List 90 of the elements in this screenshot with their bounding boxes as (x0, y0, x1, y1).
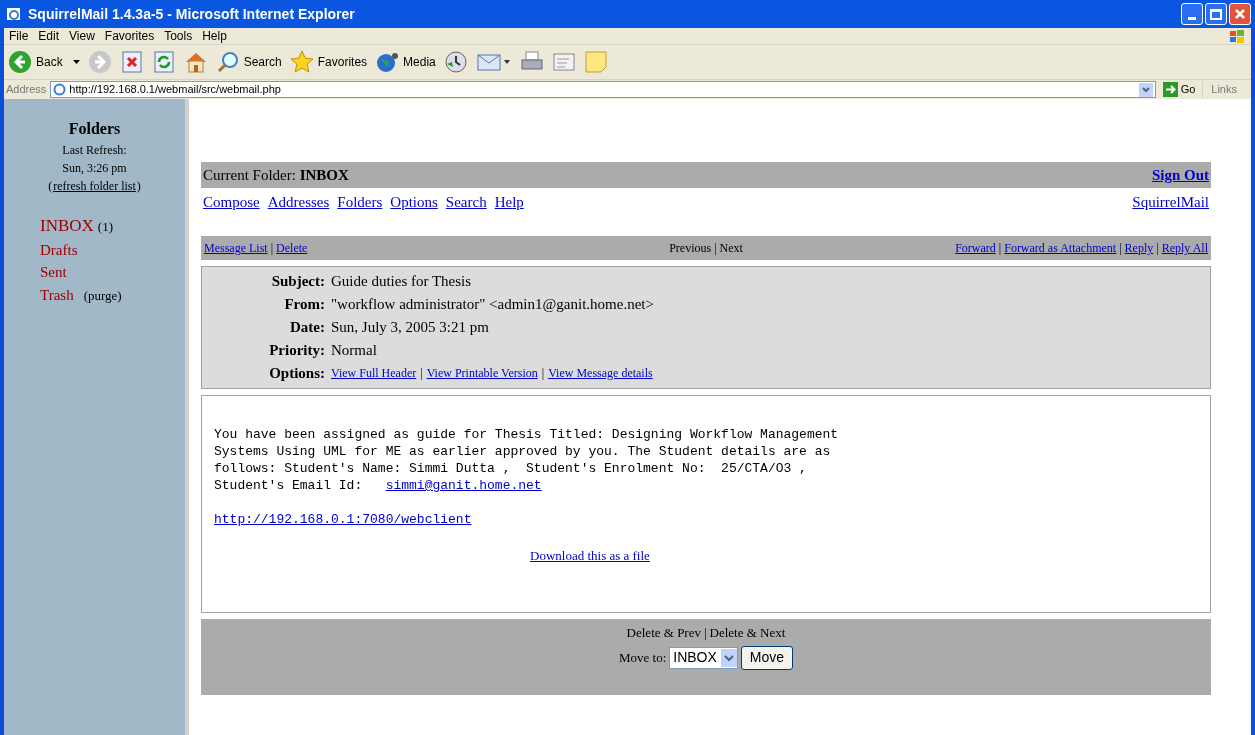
toolbar-link[interactable]: Forward as Attachment (1004, 239, 1117, 257)
media-button[interactable]: Media (375, 50, 436, 74)
header-value: Sun, July 3, 2005 3:21 pm (331, 318, 490, 337)
menu-item[interactable]: View (64, 27, 100, 45)
history-icon[interactable] (443, 50, 468, 74)
link-separator: | (541, 365, 545, 382)
toolbar-link[interactable]: Reply (1124, 239, 1154, 257)
nav-link[interactable]: Options (390, 190, 438, 214)
link-separator: | (270, 240, 274, 257)
folder-link[interactable]: Trash (40, 283, 74, 306)
go-button[interactable]: Go (1159, 81, 1199, 98)
dropdown-icon[interactable] (1138, 82, 1153, 97)
folder-link[interactable]: Sent (40, 261, 67, 284)
folder-select[interactable]: INBOX (669, 646, 738, 669)
unread-count: (1) (97, 218, 113, 236)
arrow-icon (1162, 82, 1178, 97)
link-separator: | (1156, 240, 1159, 257)
menu-item[interactable]: Favorites (99, 27, 160, 45)
move-button[interactable]: Move (740, 645, 794, 670)
header-value: Guide duties for Thesis (331, 272, 473, 291)
body-text-line: Student's Email Id: (214, 477, 364, 494)
refresh-folder-link[interactable]: refresh folder list (53, 177, 136, 195)
menu-item[interactable]: Help (197, 27, 232, 45)
toolbar-link[interactable]: Reply All (1161, 239, 1208, 257)
folder-link[interactable]: INBOX (40, 213, 94, 239)
body-text-line: You have been assigned as guide for Thesis Titled: Designing Workflow Management (214, 426, 840, 443)
url-link[interactable]: http://192.168.0.1:7080/webclient (214, 511, 472, 528)
sidebar-title: Folders (68, 119, 121, 139)
link-separator: | (1119, 240, 1122, 257)
download-link[interactable]: Download this as a file (530, 546, 650, 566)
bracket: ) (136, 178, 141, 195)
squirrelmail-link[interactable]: SquirrelMail (1132, 190, 1209, 214)
star-icon (289, 50, 314, 74)
nav-link[interactable]: Compose (203, 190, 260, 214)
header-label: From: (283, 295, 325, 314)
refresh-label: Last Refresh: (62, 142, 127, 159)
link-separator: | (703, 624, 707, 642)
link-separator: | (714, 240, 717, 257)
pager-text: Next (719, 240, 743, 257)
bracket: ( (48, 178, 53, 195)
option-link[interactable]: View Full Header (331, 362, 417, 385)
option-link[interactable]: View Printable Version (426, 362, 538, 385)
menu-item[interactable]: Edit (33, 27, 65, 45)
move-label: Move to: (618, 648, 667, 667)
header-label: Options: (268, 364, 325, 383)
minimize-button[interactable] (1181, 3, 1203, 25)
option-link[interactable]: View Message details (548, 362, 653, 385)
link-separator: | (998, 240, 1002, 257)
folder-link[interactable]: Drafts (40, 238, 78, 261)
nav-link[interactable]: Help (494, 190, 524, 214)
current-folder: Current Folder: INBOX (203, 165, 349, 185)
toolbar-link[interactable]: Delete (276, 239, 308, 257)
header-label: Priority: (268, 341, 325, 360)
toolbar-link[interactable]: Message List (204, 239, 268, 257)
favorites-button[interactable]: Favorites (289, 50, 368, 74)
body-text-line: Systems Using UML for ME as earlier approved by you. The Student details are as (214, 443, 832, 460)
header-label: Date: (289, 318, 325, 337)
body-text-line: follows: Student's Name: Simmi Dutta , Student's Enrolment No: 25/CTA/O3 , (214, 460, 808, 477)
delete-action[interactable]: Delete & Next (709, 623, 786, 643)
close-icon (1234, 8, 1246, 20)
stop-icon[interactable] (119, 50, 144, 74)
delete-action[interactable]: Delete & Prev (626, 623, 701, 643)
address-label: Address (6, 82, 47, 98)
links-label[interactable]: Links (1202, 81, 1249, 98)
menu-item[interactable]: File (4, 27, 34, 45)
sign-out-link[interactable]: Sign Out (1151, 163, 1209, 187)
caret-icon[interactable] (72, 60, 80, 64)
link-separator: | (420, 365, 423, 382)
toolbar-link[interactable]: Forward (955, 239, 996, 257)
address-field[interactable]: http://192.168.0.1/webmail/src/webmail.php (50, 81, 1156, 98)
pager-text: Previous (669, 240, 712, 257)
refresh-icon[interactable] (151, 50, 176, 74)
header-label: Subject: (270, 272, 325, 291)
nav-link[interactable]: Search (445, 190, 487, 214)
dropdown-icon (720, 648, 737, 667)
close-button[interactable] (1229, 3, 1251, 25)
header-value: Normal (331, 341, 378, 360)
header-value: "workflow administrator" <admin1@ganit.home.net> (331, 295, 655, 314)
email-link[interactable]: simmi@ganit.home.net (385, 477, 542, 494)
menu-item[interactable]: Tools (159, 27, 198, 45)
refresh-time: Sun, 3:26 pm (62, 160, 127, 177)
nav-link[interactable]: Folders (337, 190, 383, 214)
windows-flag-icon (1229, 28, 1245, 44)
window-title: SquirrelMail 1.4.3a-5 - Microsoft Internet Explorer (28, 4, 355, 24)
nav-link[interactable]: Addresses (267, 190, 330, 214)
purge-link[interactable]: (purge) (77, 285, 122, 305)
search-button[interactable]: Search (215, 50, 282, 74)
back-button[interactable]: Back (8, 50, 80, 74)
maximize-button[interactable] (1205, 3, 1227, 25)
search-icon (215, 50, 240, 74)
